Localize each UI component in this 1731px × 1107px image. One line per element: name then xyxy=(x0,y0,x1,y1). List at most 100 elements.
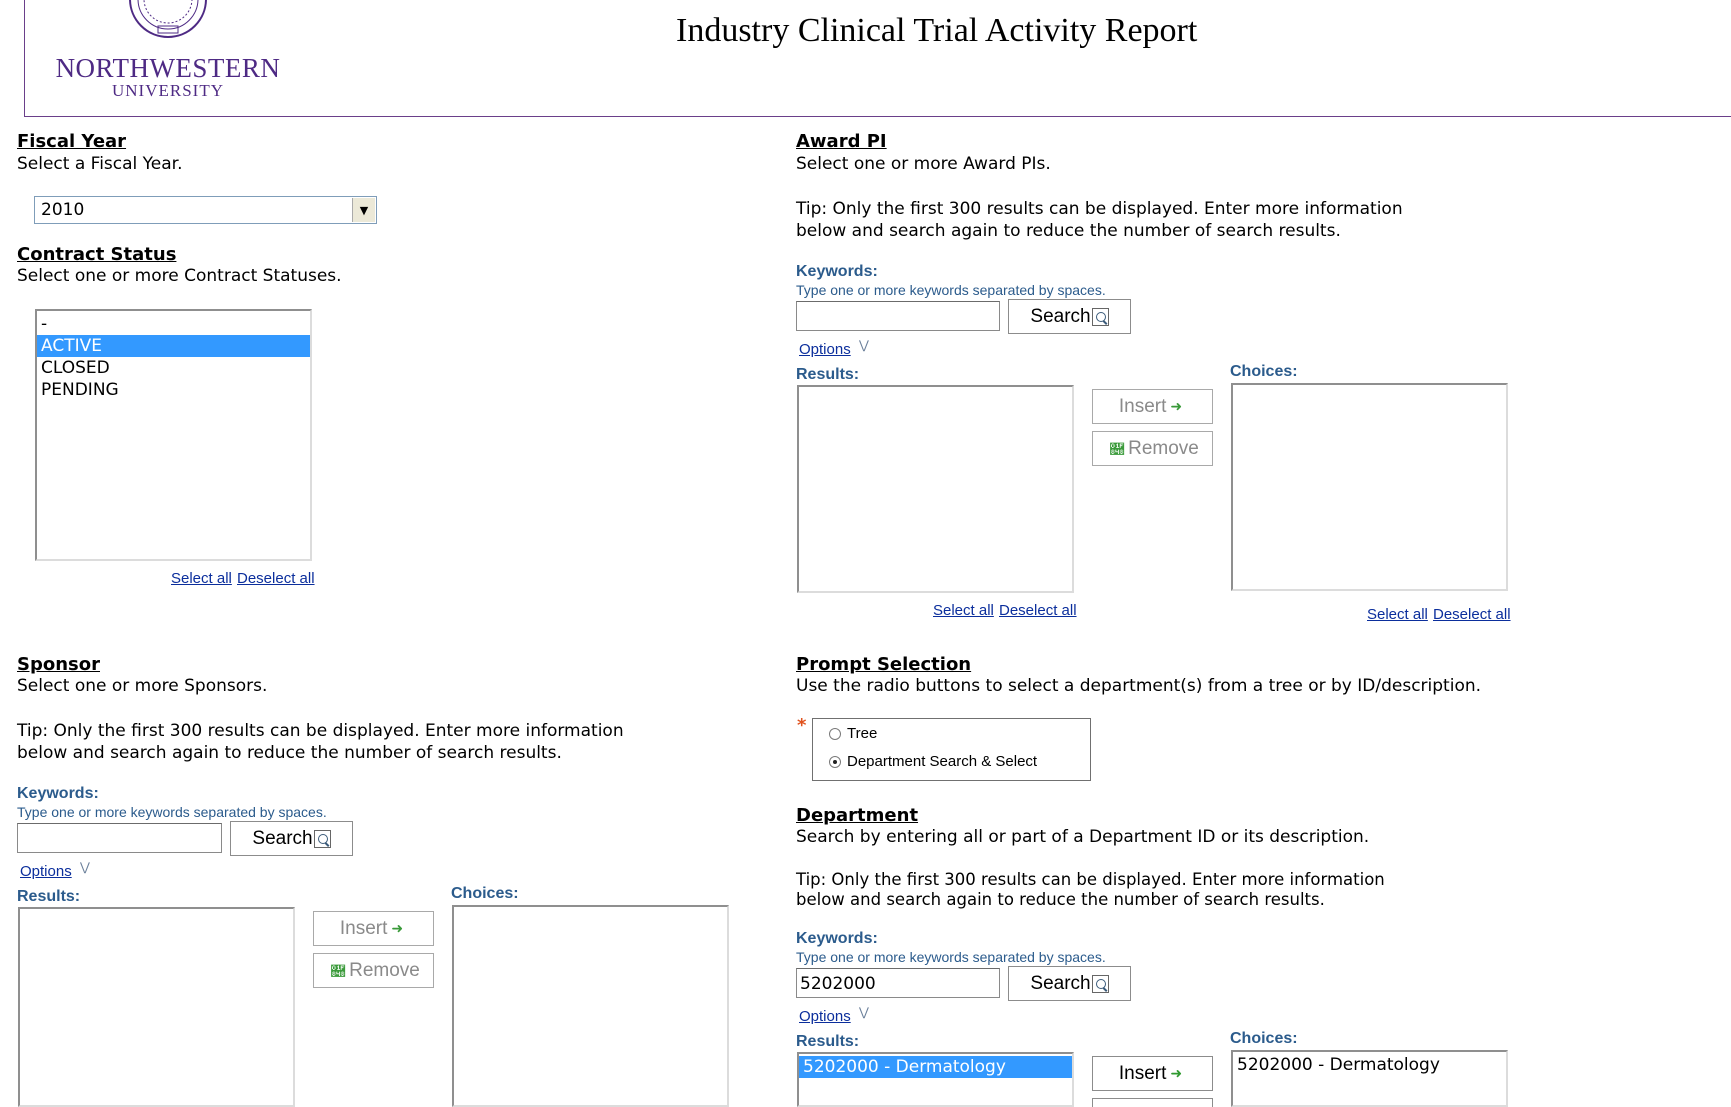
contract-status-listbox[interactable]: - ACTIVE CLOSED PENDING xyxy=(35,309,312,561)
sponsor-remove-button[interactable]: 🡈 Remove xyxy=(313,953,434,988)
department-result-item[interactable]: 5202000 - Dermatology xyxy=(799,1056,1072,1078)
contract-status-select-all-link[interactable]: Select all xyxy=(171,570,232,587)
logo-subtitle: UNIVERSITY xyxy=(112,81,224,100)
sponsor-tip-line1: Tip: Only the first 300 results can be d… xyxy=(17,721,624,741)
contract-status-deselect-all-link[interactable]: Deselect all xyxy=(237,570,315,587)
award-pi-choices-listbox[interactable] xyxy=(1231,383,1508,591)
department-title: Department xyxy=(796,805,919,826)
prompt-selection-description: Use the radio buttons to select a depart… xyxy=(796,676,1482,696)
arrow-right-icon: ➜ xyxy=(391,920,404,936)
header-divider xyxy=(24,116,1731,117)
award-pi-choices-deselect-all-link[interactable]: Deselect all xyxy=(1433,606,1511,623)
arrow-right-icon: ➜ xyxy=(1170,398,1183,414)
chevron-down-icon[interactable]: ⋁ xyxy=(859,1005,869,1019)
sponsor-tip-line2: below and search again to reduce the num… xyxy=(17,743,562,763)
page-title: Industry Clinical Trial Activity Report xyxy=(676,12,1198,49)
department-results-label: Results: xyxy=(796,1033,860,1050)
department-insert-label: Insert xyxy=(1118,1062,1167,1084)
award-pi-search-label: Search xyxy=(1030,305,1091,327)
magnifier-icon xyxy=(1091,307,1109,326)
award-pi-title: Award PI xyxy=(796,131,887,152)
fiscal-year-value: 2010 xyxy=(41,200,85,220)
sponsor-results-listbox[interactable] xyxy=(18,907,295,1107)
chevron-down-icon[interactable]: ⋁ xyxy=(859,338,869,352)
prompt-selection-title: Prompt Selection xyxy=(796,654,972,675)
contract-status-description: Select one or more Contract Statuses. xyxy=(17,266,342,286)
sponsor-choices-listbox[interactable] xyxy=(452,905,729,1107)
department-remove-button[interactable] xyxy=(1092,1098,1213,1107)
sponsor-insert-button[interactable]: Insert ➜ xyxy=(313,911,434,946)
award-pi-keywords-label: Keywords: xyxy=(796,263,878,280)
department-tip-line1: Tip: Only the first 300 results can be d… xyxy=(796,870,1385,889)
department-choice-item[interactable]: 5202000 - Dermatology xyxy=(1233,1054,1506,1076)
award-pi-tip-line2: below and search again to reduce the num… xyxy=(796,221,1341,241)
arrow-right-icon: ➜ xyxy=(1170,1065,1183,1081)
department-search-label: Search xyxy=(1030,972,1091,994)
magnifier-icon xyxy=(1091,974,1109,993)
chevron-down-icon[interactable]: ⋁ xyxy=(80,860,90,874)
sponsor-search-label: Search xyxy=(252,827,313,849)
contract-status-option[interactable]: - xyxy=(37,313,310,335)
sponsor-results-label: Results: xyxy=(17,888,81,905)
sponsor-search-button[interactable]: Search xyxy=(230,821,353,856)
radio-icon[interactable] xyxy=(829,727,841,740)
award-pi-results-deselect-all-link[interactable]: Deselect all xyxy=(999,602,1077,619)
radio-tree-label: Tree xyxy=(847,725,878,742)
department-keywords-hint: Type one or more keywords separated by s… xyxy=(796,949,1106,965)
department-options-link[interactable]: Options xyxy=(799,1008,851,1025)
sponsor-keywords-label: Keywords: xyxy=(17,785,99,802)
department-keywords-input[interactable]: 5202000 xyxy=(796,968,1000,998)
contract-status-title: Contract Status xyxy=(17,244,177,265)
award-pi-keywords-input[interactable] xyxy=(796,301,1000,331)
sponsor-choices-label: Choices: xyxy=(451,885,519,902)
award-pi-search-button[interactable]: Search xyxy=(1008,299,1131,334)
arrow-left-icon: 🡈 xyxy=(331,962,346,979)
department-keywords-label: Keywords: xyxy=(796,930,878,947)
fiscal-year-select[interactable]: 2010 ▼ xyxy=(34,196,377,224)
sponsor-keywords-hint: Type one or more keywords separated by s… xyxy=(17,804,327,820)
award-pi-results-label: Results: xyxy=(796,366,860,383)
magnifier-icon xyxy=(313,829,331,848)
department-results-listbox[interactable]: 5202000 - Dermatology xyxy=(797,1052,1074,1107)
fiscal-year-description: Select a Fiscal Year. xyxy=(17,154,183,174)
fiscal-year-title: Fiscal Year xyxy=(17,131,127,152)
radio-checked-icon[interactable] xyxy=(829,755,841,768)
award-pi-remove-label: Remove xyxy=(1128,437,1199,459)
award-pi-insert-button[interactable]: Insert ➜ xyxy=(1092,389,1213,424)
radio-department-search[interactable]: Department Search & Select xyxy=(829,753,1037,770)
sponsor-remove-label: Remove xyxy=(349,959,420,981)
sponsor-options-link[interactable]: Options xyxy=(20,863,72,880)
sponsor-title: Sponsor xyxy=(17,654,100,675)
department-description: Search by entering all or part of a Depa… xyxy=(796,827,1370,847)
department-choices-listbox[interactable]: 5202000 - Dermatology xyxy=(1231,1050,1508,1107)
award-pi-description: Select one or more Award PIs. xyxy=(796,154,1051,174)
award-pi-results-select-all-link[interactable]: Select all xyxy=(933,602,994,619)
award-pi-choices-select-all-link[interactable]: Select all xyxy=(1367,606,1428,623)
sponsor-insert-label: Insert xyxy=(339,917,388,939)
contract-status-option[interactable]: CLOSED xyxy=(37,357,310,379)
award-pi-choices-label: Choices: xyxy=(1230,363,1298,380)
award-pi-remove-button[interactable]: 🡈 Remove xyxy=(1092,431,1213,466)
sponsor-description: Select one or more Sponsors. xyxy=(17,676,268,696)
award-pi-results-listbox[interactable] xyxy=(797,385,1074,593)
contract-status-option[interactable]: PENDING xyxy=(37,379,310,401)
department-tip-line2: below and search again to reduce the num… xyxy=(796,890,1325,909)
award-pi-keywords-hint: Type one or more keywords separated by s… xyxy=(796,282,1106,298)
radio-tree[interactable]: Tree xyxy=(829,725,877,742)
department-search-button[interactable]: Search xyxy=(1008,966,1131,1001)
arrow-left-icon: 🡈 xyxy=(1110,440,1125,457)
award-pi-insert-label: Insert xyxy=(1118,395,1167,417)
required-asterisk: * xyxy=(797,715,807,736)
chevron-down-icon[interactable]: ▼ xyxy=(352,198,375,222)
northwestern-logo: NORTHWESTERN UNIVERSITY xyxy=(48,0,288,110)
contract-status-option[interactable]: ACTIVE xyxy=(37,335,310,357)
award-pi-tip-line1: Tip: Only the first 300 results can be d… xyxy=(796,199,1403,219)
sponsor-keywords-input[interactable] xyxy=(17,823,222,853)
university-seal-icon xyxy=(128,0,208,40)
award-pi-options-link[interactable]: Options xyxy=(799,341,851,358)
header-divider-vertical xyxy=(24,0,25,117)
department-choices-label: Choices: xyxy=(1230,1030,1298,1047)
logo-wordmark: NORTHWESTERN xyxy=(55,53,281,83)
department-insert-button[interactable]: Insert ➜ xyxy=(1092,1056,1213,1091)
radio-department-search-label: Department Search & Select xyxy=(847,753,1038,770)
